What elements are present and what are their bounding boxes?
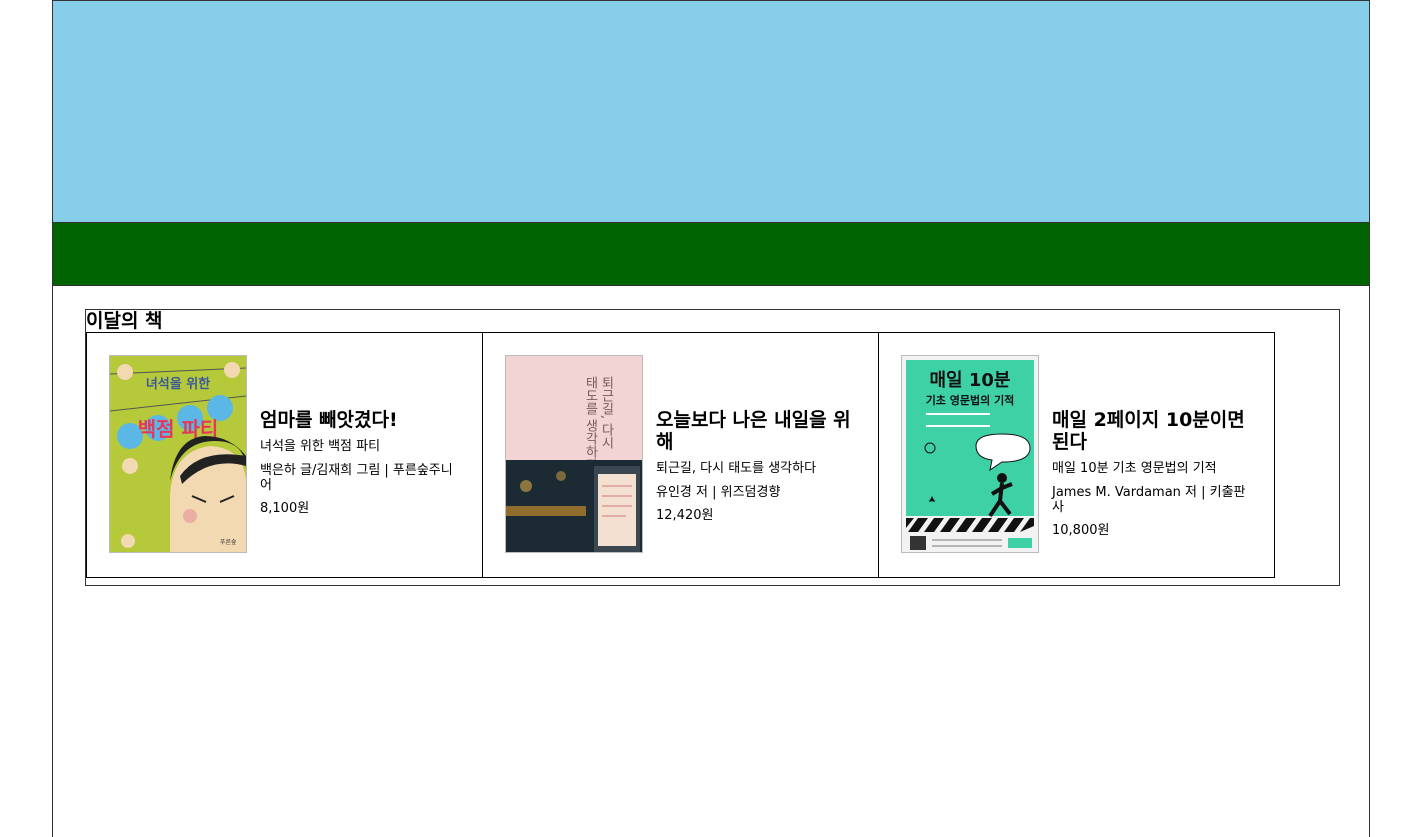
- book-subtitle: 퇴근길, 다시 태도를 생각하다: [656, 461, 817, 476]
- cover-text-line2: 기초 영문법의 기적: [926, 393, 1015, 407]
- book-info: 엄마를 빼앗겼다! 녀석을 위한 백점 파티 백은하 글/김재희 그림 | 푸른…: [260, 409, 460, 517]
- book-card[interactable]: 매일 10분 기초 영문법의 기적 매일 2페이지 10분이면 된다 매일 10…: [878, 332, 1275, 578]
- page-frame: 이달의 책 녀석을 위한 백점 파티 푸른숲 엄마를 빼앗겼다! 녀석을 위한 …: [52, 0, 1370, 837]
- section-title: 이달의 책: [86, 310, 163, 332]
- book-card-list: 녀석을 위한 백점 파티 푸른숲 엄마를 빼앗겼다! 녀석을 위한 백점 파티 …: [86, 332, 1275, 578]
- book-title[interactable]: 오늘보다 나은 내일을 위해: [656, 409, 856, 453]
- svg-text:푸른숲: 푸른숲: [220, 538, 237, 546]
- book-price: 8,100원: [260, 501, 310, 516]
- book-title[interactable]: 엄마를 빼앗겼다!: [260, 409, 460, 431]
- book-title[interactable]: 매일 2페이지 10분이면 된다: [1052, 409, 1252, 453]
- book-cover-image[interactable]: 녀석을 위한 백점 파티 푸른숲: [109, 355, 247, 553]
- book-info: 매일 2페이지 10분이면 된다 매일 10분 기초 영문법의 기적 James…: [1052, 409, 1252, 539]
- book-author: 유인경 저 | 위즈덤경향: [656, 485, 781, 500]
- grass-banner: [53, 222, 1369, 286]
- book-of-month-section: 이달의 책 녀석을 위한 백점 파티 푸른숲 엄마를 빼앗겼다! 녀석을 위한 …: [85, 309, 1340, 586]
- book-subtitle: 녀석을 위한 백점 파티: [260, 439, 381, 454]
- cover-text-line2: 태도를 생각하다: [583, 376, 598, 472]
- cover-text-line1: 매일 10분: [930, 370, 1011, 391]
- cover-text-line1: 녀석을 위한: [146, 376, 210, 392]
- book-subtitle: 매일 10분 기초 영문법의 기적: [1052, 461, 1217, 476]
- book-cover-image[interactable]: 퇴근길, 다시 태도를 생각하다: [505, 355, 643, 553]
- book-card[interactable]: 퇴근길, 다시 태도를 생각하다 오늘보다 나은 내일을 위해 퇴근길, 다시 …: [482, 332, 879, 578]
- cover-text-line1: 퇴근길, 다시: [599, 376, 614, 450]
- book-price: 12,420원: [656, 508, 714, 523]
- book-card[interactable]: 녀석을 위한 백점 파티 푸른숲 엄마를 빼앗겼다! 녀석을 위한 백점 파티 …: [86, 332, 483, 578]
- book-price: 10,800원: [1052, 523, 1110, 538]
- sky-banner: [53, 1, 1369, 222]
- book-author: James M. Vardaman 저 | 키출판사: [1052, 485, 1246, 515]
- book-info: 오늘보다 나은 내일을 위해 퇴근길, 다시 태도를 생각하다 유인경 저 | …: [656, 409, 856, 524]
- book-author: 백은하 글/김재희 그림 | 푸른숲주니어: [260, 463, 453, 493]
- book-cover-image[interactable]: 매일 10분 기초 영문법의 기적: [901, 355, 1039, 553]
